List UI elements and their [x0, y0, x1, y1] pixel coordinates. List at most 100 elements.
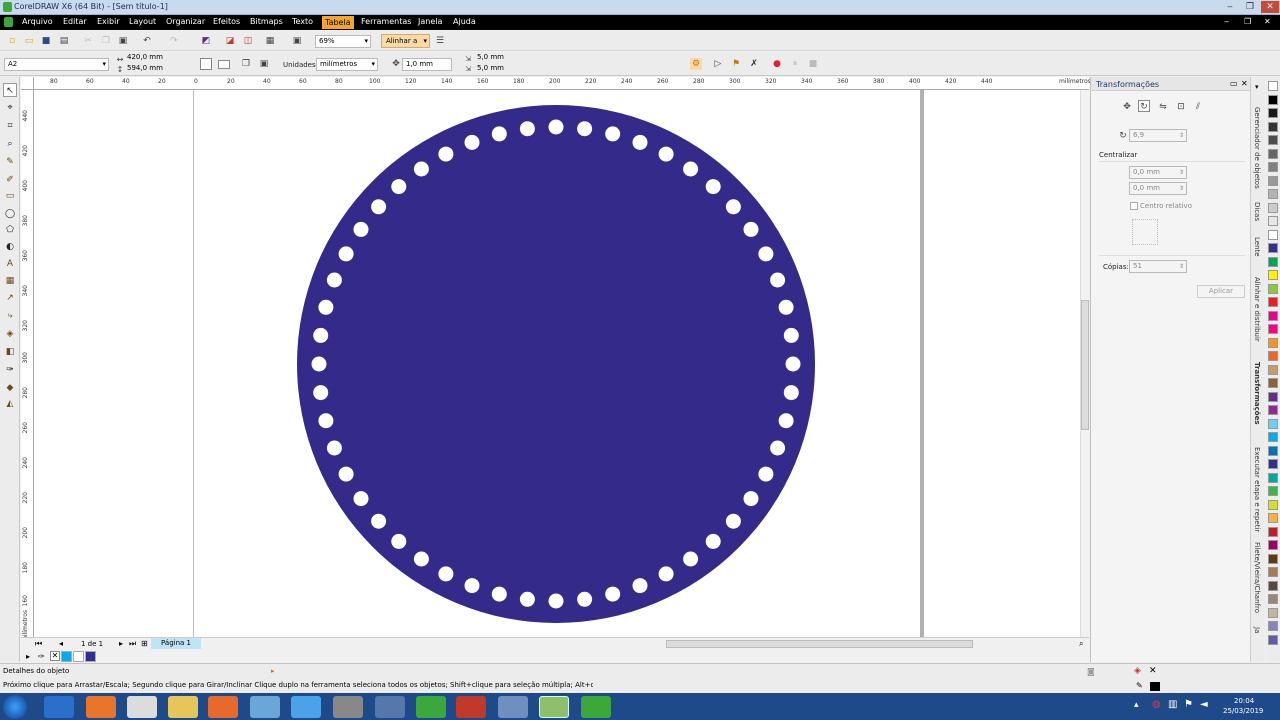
hole-circle[interactable] [313, 385, 329, 401]
taskbar-coreldraw-icon[interactable] [539, 696, 569, 718]
all-pages-icon[interactable]: ❐ [240, 58, 252, 70]
menu-tabela[interactable]: Tabela [322, 16, 354, 29]
paste-icon[interactable]: ▣ [117, 35, 129, 47]
page-height-field[interactable]: 594,0 mm [124, 64, 186, 75]
taskbar-help-icon[interactable] [375, 696, 405, 718]
app-menu-icon[interactable] [4, 17, 13, 27]
redo-icon[interactable]: ↷ [168, 35, 180, 47]
palette-swatch[interactable] [1268, 391, 1278, 402]
hole-circle[interactable] [683, 551, 699, 567]
palette-swatch[interactable] [1268, 418, 1278, 429]
doc-swatch[interactable] [73, 651, 84, 662]
palette-swatch[interactable] [1268, 270, 1278, 280]
options-icon[interactable]: ☰ [434, 35, 446, 47]
rotate-icon[interactable]: ↻ [1138, 100, 1150, 112]
connector-tool-icon[interactable]: ⤷ [3, 309, 17, 323]
skew-icon[interactable]: ⫽ [1192, 101, 1204, 113]
palette-swatch[interactable] [1268, 445, 1278, 456]
hole-circle[interactable] [491, 126, 507, 142]
play-icon[interactable]: ▷ [712, 58, 724, 70]
units-select[interactable]: milímetros ▾ [316, 58, 378, 71]
edit-mode-icon[interactable]: ⚙ [690, 58, 702, 70]
palette-swatch[interactable] [1268, 162, 1278, 172]
outline-tool-icon[interactable]: ◆ [3, 381, 17, 395]
circle-shape[interactable] [297, 105, 815, 623]
palette-swatch[interactable] [1268, 324, 1278, 334]
tray-up-icon[interactable]: ▴ [1134, 700, 1139, 710]
anchor-grid[interactable] [1132, 219, 1158, 245]
tab-hints[interactable]: Dicas [1253, 202, 1261, 221]
polygon-tool-icon[interactable]: ⬠ [3, 223, 17, 237]
hole-circle[interactable] [605, 586, 621, 602]
size-icon[interactable]: ⊡ [1175, 101, 1187, 113]
panel-collapse-icon[interactable]: ▭ [1230, 79, 1238, 88]
first-page-icon[interactable]: ⏮ [35, 639, 42, 649]
hole-circle[interactable] [770, 440, 786, 456]
launcher-icon[interactable]: ▦ [264, 35, 276, 47]
menu-janela[interactable]: Janela [418, 17, 442, 26]
palette-swatch[interactable] [1268, 553, 1278, 564]
taskbar-app-icon[interactable] [498, 696, 528, 718]
dimension-tool-icon[interactable]: ↗ [3, 291, 17, 305]
zoom-tool-icon[interactable]: ⌕ [3, 137, 17, 151]
hole-circle[interactable] [785, 356, 801, 372]
hole-circle[interactable] [778, 299, 794, 315]
palette-swatch[interactable] [1268, 175, 1278, 186]
hole-circle[interactable] [770, 272, 786, 288]
palette-swatch[interactable] [1268, 351, 1278, 361]
palette-swatch[interactable] [1268, 310, 1278, 321]
freehand-tool-icon[interactable]: ✎ [3, 155, 17, 169]
smart-fill-icon[interactable]: ✐ [3, 173, 17, 187]
next-page-icon[interactable]: ▸ [119, 639, 123, 648]
close-icon[interactable]: ✕ [1261, 1, 1279, 13]
angle-field[interactable]: 6,9 ⇕ [1129, 129, 1187, 142]
palette-swatch[interactable] [1268, 135, 1278, 145]
hole-circle[interactable] [353, 221, 369, 237]
hole-circle[interactable] [725, 513, 741, 529]
portrait-icon[interactable] [200, 58, 212, 70]
doc-restore-icon[interactable]: ❐ [1244, 17, 1251, 26]
restore-icon[interactable]: ❐ [1241, 1, 1259, 13]
hole-circle[interactable] [371, 513, 387, 529]
tray-antivirus-icon[interactable]: ◍ [1152, 699, 1161, 710]
menu-ajuda[interactable]: Ajuda [453, 17, 476, 26]
add-page-icon[interactable]: ⊞ [141, 639, 148, 648]
palette-swatch[interactable] [1268, 229, 1278, 240]
taskbar-app-icon[interactable] [291, 696, 321, 718]
hole-circle[interactable] [577, 121, 593, 137]
palette-swatch[interactable] [1268, 540, 1278, 550]
palette-swatch[interactable] [1268, 621, 1278, 631]
no-color-swatch[interactable]: ✕ [50, 651, 60, 661]
ellipse-tool-icon[interactable]: ◯ [3, 207, 17, 221]
tab-fillet-scallop[interactable]: Filete/Vieira/Chanfro [1253, 542, 1261, 613]
taskbar-media-icon[interactable] [208, 696, 238, 718]
prev-page-icon[interactable]: ◂ [59, 639, 63, 648]
stop-macro-icon[interactable]: ✗ [748, 58, 760, 70]
start-button[interactable] [3, 695, 27, 719]
hole-circle[interactable] [743, 491, 759, 507]
doc-swatch[interactable] [85, 651, 96, 662]
fill-tool-icon[interactable]: ◭ [3, 397, 17, 411]
pick-tool-icon[interactable]: ↖ [3, 83, 17, 97]
cut-icon[interactable]: ✂ [82, 35, 94, 47]
hole-circle[interactable] [491, 586, 507, 602]
search-content-icon[interactable]: ◩ [200, 35, 212, 47]
menu-organizar[interactable]: Organizar [166, 17, 205, 26]
hole-circle[interactable] [705, 533, 721, 549]
palette-swatch[interactable] [1268, 378, 1278, 388]
hole-circle[interactable] [519, 121, 535, 137]
export-icon[interactable]: ◫ [242, 35, 254, 47]
palette-swatch[interactable] [1268, 580, 1278, 591]
taskbar-firefox-icon[interactable] [86, 696, 116, 718]
taskbar-ie-icon[interactable] [44, 696, 74, 718]
palette-swatch[interactable] [1268, 526, 1278, 537]
menu-exibir[interactable]: Exibir [97, 17, 120, 26]
menu-texto[interactable]: Texto [292, 17, 313, 26]
hole-circle[interactable] [758, 246, 774, 262]
hole-circle[interactable] [658, 566, 674, 582]
tab-step-repeat[interactable]: Executar etapa e repetir [1253, 447, 1261, 532]
palette-swatch[interactable] [1268, 94, 1278, 105]
table-tool-icon[interactable]: ▦ [3, 274, 17, 288]
hole-circle[interactable] [778, 413, 794, 429]
hole-circle[interactable] [783, 327, 799, 343]
